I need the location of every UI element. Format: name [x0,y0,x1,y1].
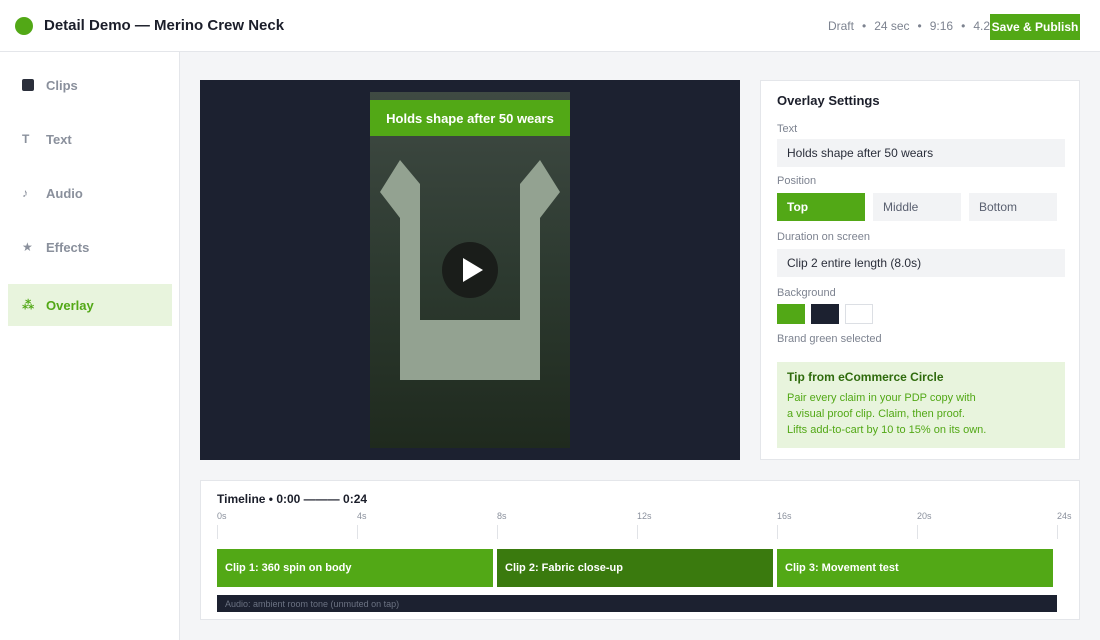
time-tick: 20s [917,511,932,521]
time-tick: 0s [217,511,227,521]
project-title: Detail Demo — Merino Crew Neck [44,17,285,34]
sidebar-item-overlay[interactable]: ⁂ Overlay [8,284,172,326]
duration-text: 24 sec [874,19,910,33]
top-bar: Detail Demo — Merino Crew Neck Draft • 2… [0,0,1100,52]
swatch-white[interactable] [845,304,873,324]
time-tick: 16s [777,511,792,521]
sidebar-item-label: Audio [46,185,83,201]
music-note-icon: ♪ [22,186,28,200]
tip-line: Lifts add-to-cart by 10 to 15% on its ow… [787,424,987,436]
sidebar-item-audio[interactable]: ♪ Audio [8,172,172,214]
aspect-ratio-text: 9:16 [929,19,954,33]
meta-separator: • [917,19,922,33]
play-button[interactable] [442,242,498,298]
clip-1[interactable]: Clip 1: 360 spin on body [217,549,493,587]
time-tick: 12s [637,511,652,521]
star-icon: ★ [22,240,33,254]
tip-line: Pair every claim in your PDP copy with [787,392,976,404]
tip-card: Tip from eCommerce Circle Pair every cla… [777,362,1065,448]
overlay-settings-panel: Overlay Settings Text Holds shape after … [760,80,1080,460]
tick-mark [917,525,918,539]
clip-3[interactable]: Clip 3: Movement test [777,549,1053,587]
position-bottom-button[interactable]: Bottom [969,193,1057,221]
tip-title: Tip from eCommerce Circle [787,370,944,384]
panel-title: Overlay Settings [777,93,880,108]
timeline-title: Timeline • 0:00 ——— 0:24 [217,492,368,506]
project-meta: Draft • 24 sec • 9:16 • 4.2 [828,19,990,33]
text-label: Text [777,123,798,135]
background-note: Brand green selected [777,333,882,345]
time-tick: 24s [1057,511,1072,521]
position-top-button[interactable]: Top [777,193,865,221]
sidebar-item-text[interactable]: T Text [8,118,172,160]
duration-select[interactable]: Clip 2 entire length (8.0s) [777,249,1065,277]
tick-mark [1057,525,1058,539]
brand-logo-icon [15,17,33,35]
save-publish-button[interactable]: Save & Publish [990,14,1080,40]
overlay-text-banner[interactable]: Holds shape after 50 wears [370,100,570,136]
dots-icon: ⁂ [22,298,35,312]
sidebar-item-label: Clips [46,77,78,93]
meta-separator: • [961,19,966,33]
swatch-brand-green[interactable] [777,304,805,324]
sidebar-item-label: Overlay [46,297,94,313]
timeline-panel: Timeline • 0:00 ——— 0:24 0s 4s 8s 12s 16… [200,480,1080,620]
sidebar-item-clips[interactable]: Clips [8,64,172,106]
text-icon: T [22,132,30,146]
sidebar: Clips T Text ♪ Audio ★ Effects ⁂ Overlay [0,52,180,640]
position-label: Position [777,175,817,187]
size-text: 4.2 [973,19,990,33]
tip-line: a visual proof clip. Claim, then proof. [787,408,965,420]
position-middle-button[interactable]: Middle [873,193,961,221]
sidebar-item-label: Text [46,131,72,147]
tick-mark [777,525,778,539]
status-text: Draft [827,19,854,33]
background-label: Background [777,287,836,299]
tick-mark [357,525,358,539]
square-icon [22,79,40,91]
tick-mark [637,525,638,539]
duration-label: Duration on screen [777,231,870,243]
sidebar-item-effects[interactable]: ★ Effects [8,226,172,268]
meta-separator: • [861,19,867,33]
swatch-dark[interactable] [811,304,839,324]
tick-mark [497,525,498,539]
time-tick: 4s [357,511,367,521]
tick-mark [217,525,218,539]
time-tick: 8s [497,511,507,521]
clip-2[interactable]: Clip 2: Fabric close-up [497,549,773,587]
audio-track[interactable]: Audio: ambient room tone (unmuted on tap… [217,595,1057,612]
play-icon [462,258,483,282]
overlay-text-input[interactable]: Holds shape after 50 wears [777,139,1065,167]
sidebar-item-label: Effects [46,239,90,255]
